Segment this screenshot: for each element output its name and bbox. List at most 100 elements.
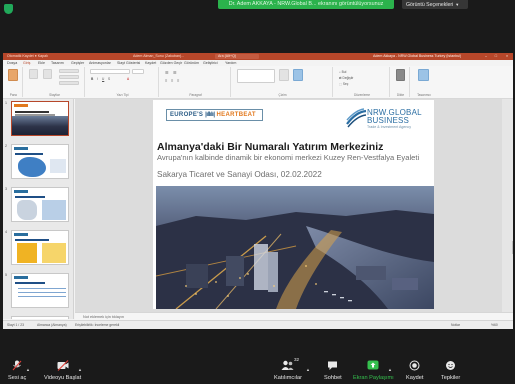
start-video-button[interactable]: Videoyu Başlat xyxy=(44,360,81,381)
thumb-title-line xyxy=(15,196,45,198)
participants-button[interactable]: Katılımcılar 32 xyxy=(274,357,302,381)
reactions-button[interactable]: Tepkiler xyxy=(441,360,460,381)
close-icon[interactable]: × xyxy=(502,53,512,60)
ribbon-group-label: Slaytlar xyxy=(49,93,60,97)
thumb-map xyxy=(17,200,37,220)
slide-number: 4 xyxy=(5,230,7,234)
video-off-icon xyxy=(57,360,69,371)
maximize-icon[interactable]: □ xyxy=(491,53,501,60)
ribbon-group-label: Çizim xyxy=(278,93,287,97)
align-left-icon[interactable]: ≡ xyxy=(165,78,167,83)
mic-muted-icon xyxy=(12,360,22,371)
ribbon-group-dictate: Dikte xyxy=(392,67,410,97)
arrange-icon[interactable] xyxy=(279,69,289,81)
ribbon: Pano Slaytlar B I U S A Yazı Tipi ☰ ☰ ≡ … xyxy=(3,66,513,99)
logo-text-europes: EUROPE'S xyxy=(170,112,204,118)
screen-share-banner: Dr. Adem AKKAYA - NRW.Global B... ekranı… xyxy=(218,0,394,9)
dictate-mic-icon[interactable] xyxy=(396,69,405,81)
record-label: Kaydet xyxy=(406,375,424,381)
font-name-select[interactable] xyxy=(90,69,130,74)
layout-button[interactable] xyxy=(59,69,79,73)
zoom-window: Dr. Adem AKKAYA - NRW.Global B... ekranı… xyxy=(0,0,515,384)
underline-icon[interactable]: U xyxy=(102,77,104,81)
reuse-slides-icon[interactable] xyxy=(43,69,52,79)
reset-button[interactable] xyxy=(59,75,79,79)
slide-subtitle: Avrupa'nın kalbinde dinamik bir ekonomi … xyxy=(157,153,420,162)
chat-button[interactable]: Sohbet xyxy=(324,360,342,381)
document-title: Adem Alman_Sunu (Zakuban)... xyxy=(133,54,185,58)
status-slide-count: Slayt 1 / 23 xyxy=(7,323,24,327)
slide-thumbnail-1[interactable] xyxy=(11,101,69,136)
replace-icon[interactable]: ⇄ Değiştir xyxy=(339,76,353,80)
select-icon[interactable]: ⬚ Seç xyxy=(339,82,348,86)
slide-thumbnail-5[interactable] xyxy=(11,273,69,308)
unmute-button[interactable]: Sesi aç xyxy=(8,360,26,381)
ribbon-group-paragraph: ☰ ☰ ≡ ≡ ≡ Paragraf xyxy=(161,67,231,97)
font-size-select[interactable] xyxy=(132,69,144,74)
section-button[interactable] xyxy=(59,81,79,85)
nrw-swoosh-logo xyxy=(346,108,367,128)
share-options-chevron-icon[interactable]: ▲ xyxy=(388,367,392,372)
chevron-down-icon: ▼ xyxy=(455,2,460,7)
view-options-button[interactable]: Görüntü Seçenekleri ▼ xyxy=(402,0,468,9)
participants-chevron-icon[interactable]: ▲ xyxy=(306,367,310,372)
vertical-scrollbar[interactable] xyxy=(502,99,513,312)
status-accessibility[interactable]: Erişilebilirlik: İnceleme gerekli xyxy=(75,321,119,329)
notes-pane[interactable]: Not eklemek için tıklayın xyxy=(75,312,513,320)
thumb-map xyxy=(18,157,46,177)
align-center-icon[interactable]: ≡ xyxy=(171,78,173,83)
thumb-logo xyxy=(14,104,28,107)
paste-icon[interactable] xyxy=(8,69,18,81)
ribbon-group-drawing: Çizim xyxy=(233,67,333,97)
bold-icon[interactable]: B xyxy=(91,77,93,81)
thumb-chart-line xyxy=(18,292,66,293)
status-notes-button[interactable]: Notlar xyxy=(451,321,460,329)
slide-thumbnails-panel[interactable]: 1 2 3 4 5 xyxy=(3,99,74,319)
record-button[interactable]: Kaydet xyxy=(406,360,423,381)
thumb-photo xyxy=(12,116,68,135)
current-slide[interactable]: EUROPE'S |ıllılı| HEARTBEAT NRW.GLOBAL B… xyxy=(153,100,434,309)
status-bar: Slayt 1 / 23 Almanca (Almanya) Erişilebi… xyxy=(3,320,513,329)
slide-thumbnail-2[interactable] xyxy=(11,144,69,179)
view-options-label: Görüntü Seçenekleri xyxy=(406,2,454,8)
thumb-title-line xyxy=(15,239,49,241)
slide-number: 2 xyxy=(5,144,7,148)
font-color-icon[interactable]: A xyxy=(127,77,129,81)
slide-thumbnail-3[interactable] xyxy=(11,187,69,222)
designer-icon[interactable] xyxy=(418,69,429,81)
status-zoom[interactable]: %60 xyxy=(491,321,498,329)
europes-heartbeat-logo: EUROPE'S |ıllılı| HEARTBEAT xyxy=(166,109,263,121)
security-shield-icon[interactable] xyxy=(4,4,13,14)
thumb-chart-line xyxy=(18,296,66,297)
status-language[interactable]: Almanca (Almanya) xyxy=(37,321,67,329)
thumb-logo xyxy=(14,276,28,279)
audio-options-chevron-icon[interactable]: ▲ xyxy=(26,367,30,372)
slide-thumbnail-6[interactable] xyxy=(11,316,69,319)
thumb-chart-line xyxy=(18,288,66,289)
search-box[interactable]: Ara (Alt+Q) xyxy=(215,54,259,59)
numbering-icon[interactable]: ☰ xyxy=(173,70,177,75)
nrw-logo-line3: Trade & Investment Agency xyxy=(367,125,412,129)
autosave-toggle[interactable]: Otomatik Kaydet ● Kapalı xyxy=(7,53,48,60)
ribbon-group-font: B I U S A Yazı Tipi xyxy=(87,67,159,97)
italic-icon[interactable]: I xyxy=(97,77,98,81)
video-options-chevron-icon[interactable]: ▲ xyxy=(78,367,82,372)
quick-styles-icon[interactable] xyxy=(293,69,303,81)
minimize-icon[interactable]: – xyxy=(481,53,491,60)
scrollbar-thumb[interactable] xyxy=(512,241,513,254)
ribbon-group-label: Paragraf xyxy=(189,93,202,97)
shadow-icon[interactable]: S xyxy=(108,77,110,81)
align-right-icon[interactable]: ≡ xyxy=(177,78,179,83)
participants-count: 32 xyxy=(294,357,300,362)
find-icon[interactable]: ⌕ Bul xyxy=(339,70,346,74)
shapes-gallery[interactable] xyxy=(237,69,275,83)
powerpoint-window: Otomatik Kaydet ● Kapalı Adem Alman_Sunu… xyxy=(3,53,513,329)
bullets-icon[interactable]: ☰ xyxy=(165,70,169,75)
slide-number: 3 xyxy=(5,187,7,191)
new-slide-icon[interactable] xyxy=(29,69,38,79)
slide-date-line: Sakarya Ticaret ve Sanayi Odası, 02.02.2… xyxy=(157,170,322,179)
user-account[interactable]: Adem Akkaya - NRW.Global Business Turkey… xyxy=(373,53,461,60)
thumb-logo xyxy=(14,190,28,193)
ribbon-group-label: Düzenleme xyxy=(353,93,371,97)
slide-thumbnail-4[interactable] xyxy=(11,230,69,265)
